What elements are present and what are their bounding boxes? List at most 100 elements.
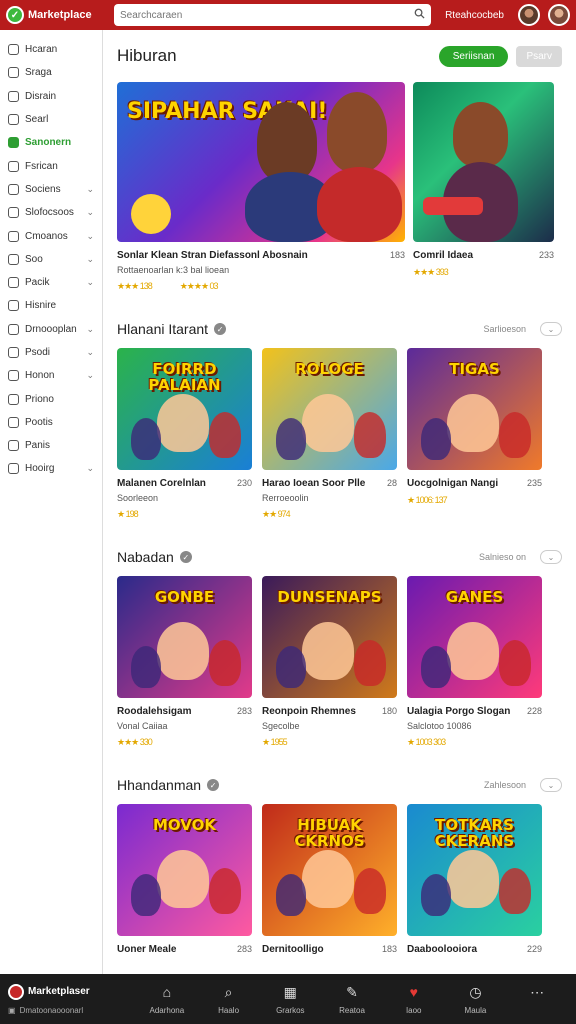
- search-bar[interactable]: [114, 4, 432, 26]
- section-title: Hhandanman: [117, 777, 202, 793]
- primary-button[interactable]: Seriisnan: [438, 45, 509, 67]
- hero-card-title: Sonlar Klean Stran Diefassonl Abosnain: [117, 250, 308, 261]
- secondary-button[interactable]: Psarv: [516, 45, 562, 67]
- menu-icon: [8, 370, 19, 382]
- bottom-nav-item[interactable]: ▦ Grarkos: [259, 984, 321, 1015]
- sidebar-item[interactable]: Cmoanos ⌄: [0, 224, 102, 247]
- sidebar-item[interactable]: Fsrican: [0, 154, 102, 177]
- chevron-down-icon[interactable]: ⌄: [540, 778, 562, 792]
- chevron-down-icon[interactable]: ⌄: [86, 184, 94, 195]
- rating: ★★★ 138: [117, 281, 153, 291]
- chevron-down-icon[interactable]: ⌄: [540, 322, 562, 336]
- chevron-down-icon[interactable]: ⌄: [86, 231, 94, 242]
- menu-icon: [8, 300, 19, 312]
- game-title: Uoner Meale: [117, 944, 177, 955]
- sidebar-item[interactable]: Sanonern: [0, 131, 102, 154]
- chevron-down-icon[interactable]: ⌄: [540, 550, 562, 564]
- sidebar-item-label: Sociens: [25, 183, 61, 195]
- bottom-nav-item[interactable]: ✎ Reatoa: [321, 984, 383, 1015]
- bottom-nav-label: Adarhona: [149, 1005, 185, 1015]
- game-card[interactable]: GANES Ualagia Porgo Slogan 228 Salclotoo 10…: [407, 576, 542, 748]
- sidebar-item[interactable]: Sociens ⌄: [0, 178, 102, 201]
- sidebar-item[interactable]: Panis: [0, 434, 102, 457]
- search-icon[interactable]: [414, 8, 425, 22]
- verified-icon: ✓: [207, 779, 220, 791]
- game-art-title: HIBUAK CKRNOS: [294, 816, 365, 850]
- game-art: DUNSENAPS: [262, 576, 397, 698]
- menu-icon: [8, 277, 19, 289]
- sidebar-item-label: Drnoooplan: [25, 323, 77, 335]
- game-card[interactable]: HIBUAK CKRNOS Dernitoolligo 183: [262, 804, 397, 961]
- hero-side-rating: ★★★ 393: [413, 267, 449, 277]
- bottom-nav-item[interactable]: ⌂ Adarhona: [136, 984, 198, 1015]
- avatar[interactable]: [518, 4, 540, 26]
- see-more-link[interactable]: Sarlioeson: [483, 324, 526, 334]
- menu-icon: [8, 230, 19, 242]
- game-card[interactable]: GONBE Roodalehsigam 283 Vonal Caiiaa ★★★ 330: [117, 576, 252, 748]
- brand[interactable]: ✓ Marketplace: [6, 6, 106, 24]
- sidebar-item[interactable]: Pootis: [0, 411, 102, 434]
- avatar-secondary[interactable]: [548, 4, 570, 26]
- menu-icon: [8, 160, 19, 172]
- game-art-title: FOIRRD PALAIAN: [148, 360, 221, 394]
- sidebar-item[interactable]: Soo ⌄: [0, 248, 102, 271]
- sidebar-item[interactable]: Honon ⌄: [0, 364, 102, 387]
- sidebar-item[interactable]: Hooirg ⌄: [0, 457, 102, 480]
- hero-card-side[interactable]: Comril Idaea 233 ★★★ 393: [413, 82, 554, 292]
- see-more-link[interactable]: Salnieso on: [479, 552, 526, 562]
- menu-icon: [8, 393, 19, 405]
- game-count: 180: [381, 706, 397, 716]
- game-card[interactable]: MOVOK Uoner Meale 283: [117, 804, 252, 961]
- bottom-brand-sub: Dmatoonaooonarl: [19, 1005, 84, 1015]
- bottom-nav-label: Maula: [464, 1005, 487, 1015]
- bottom-nav-item[interactable]: ♥ Iaoo: [383, 984, 445, 1015]
- sidebar-item[interactable]: Sraga: [0, 61, 102, 84]
- menu-icon: [8, 183, 19, 195]
- sidebar-item[interactable]: Hcaran: [0, 38, 102, 61]
- game-count: 28: [386, 478, 397, 488]
- sidebar-item[interactable]: Pacik ⌄: [0, 271, 102, 294]
- sidebar-item-label: Soo: [25, 253, 43, 265]
- more-icon: ⋯: [530, 983, 545, 1000]
- chevron-down-icon[interactable]: ⌄: [86, 254, 94, 265]
- chevron-down-icon[interactable]: ⌄: [86, 207, 94, 218]
- search-input[interactable]: [120, 9, 380, 21]
- bottom-nav-label: Grarkos: [276, 1005, 305, 1015]
- sidebar-item-label: Honon: [25, 370, 55, 382]
- chevron-down-icon[interactable]: ⌄: [86, 324, 94, 335]
- game-count: 235: [526, 478, 542, 488]
- bottom-nav-item[interactable]: ◷ Maula: [445, 984, 507, 1015]
- sidebar-item[interactable]: Slofocsoos ⌄: [0, 201, 102, 224]
- game-card[interactable]: TOTKARS CKERANS Daaboolooiora 229: [407, 804, 542, 961]
- see-more-link[interactable]: Zahlesoon: [484, 780, 526, 790]
- sidebar-item[interactable]: Drnoooplan ⌄: [0, 318, 102, 341]
- chevron-down-icon[interactable]: ⌄: [86, 463, 94, 474]
- sidebar-item[interactable]: Disrain: [0, 85, 102, 108]
- sidebar-item[interactable]: Psodi ⌄: [0, 341, 102, 364]
- sidebar-item[interactable]: Hisnire: [0, 294, 102, 317]
- game-title: Reonpoin Rhemnes: [262, 706, 356, 717]
- menu-icon: [8, 114, 19, 126]
- game-card[interactable]: ROLOGE Harao Ioean Soor Plle 28 Rerroeoolin…: [262, 348, 397, 520]
- game-card[interactable]: FOIRRD PALAIAN Malanen Corelnlan 230 Soorle…: [117, 348, 252, 520]
- hero-card-subtitle: Rottaenoarlan k:3 bal lioean: [117, 265, 230, 275]
- menu-icon: [8, 137, 19, 149]
- game-card[interactable]: TIGAS Uocgolnigan Nangi 235 ★ 1006: 137: [407, 348, 542, 520]
- chevron-down-icon[interactable]: ⌄: [86, 370, 94, 381]
- bottom-nav-item[interactable]: ⌕ Haalo: [198, 984, 260, 1015]
- chevron-down-icon[interactable]: ⌄: [86, 347, 94, 358]
- bottom-nav-label: Haalo: [218, 1005, 240, 1015]
- menu-icon: [8, 440, 19, 452]
- bottom-brand[interactable]: Marketplaser ▣ Dmatoonaooonarl: [8, 983, 136, 1015]
- section-title: Nabadan: [117, 549, 174, 565]
- game-rating: ★★★ 330: [117, 737, 153, 747]
- sidebar-item-label: Priono: [25, 393, 54, 405]
- sidebar-item[interactable]: Searl: [0, 108, 102, 131]
- top-link[interactable]: Rteahcocbeb: [439, 10, 510, 21]
- chevron-down-icon[interactable]: ⌄: [86, 277, 94, 288]
- verified-icon: ✓: [179, 551, 192, 563]
- bottom-nav-item[interactable]: ⋯: [506, 984, 568, 1015]
- game-card[interactable]: DUNSENAPS Reonpoin Rhemnes 180 Sgecolbe ★ 19…: [262, 576, 397, 748]
- hero-card-featured[interactable]: SIPAHAR SAKAI! Sonlar Klean Stran Diefas…: [117, 82, 405, 292]
- sidebar-item[interactable]: Priono: [0, 387, 102, 410]
